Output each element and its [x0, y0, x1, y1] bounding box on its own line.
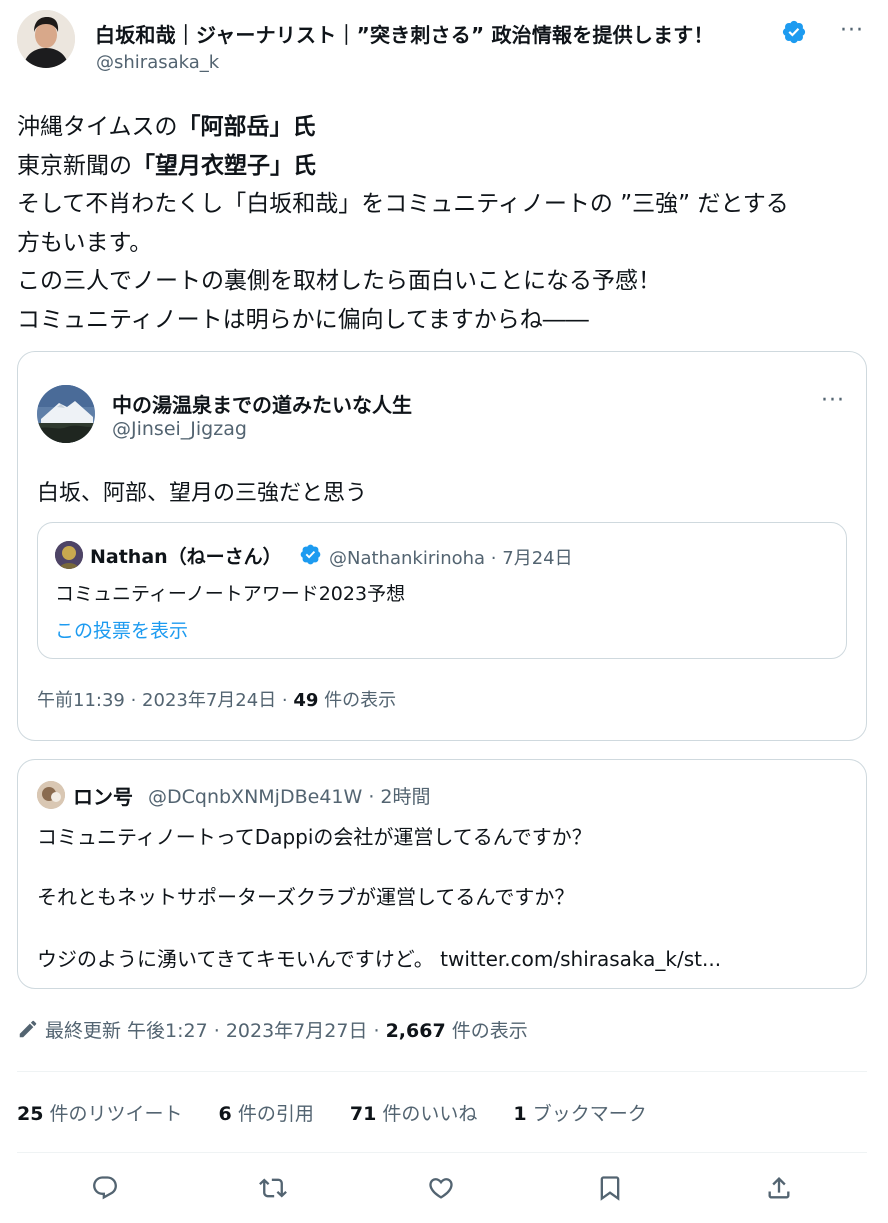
- pencil-icon: [19, 1020, 37, 1038]
- like-button[interactable]: [423, 1170, 459, 1206]
- more-icon[interactable]: ···: [840, 20, 864, 42]
- reply-text: コミュニティノートってDappiの会社が運営してるんですか？: [37, 825, 592, 849]
- share-button[interactable]: [761, 1170, 797, 1206]
- divider: [17, 1071, 867, 1072]
- tweet-line: そして不肖わたくし「白坂和哉」をコミュニティノートの ”三強” だとする: [17, 191, 789, 218]
- reply-text-part: ウジのように湧いてきてキモいんですけど。: [37, 947, 441, 971]
- author-name[interactable]: 白坂和哉｜ジャーナリスト｜”突き刺さる” 政治情報を提供します！: [95, 19, 714, 48]
- quotes-label: 件の引用: [231, 1103, 314, 1125]
- nested-text: コミュニティーノートアワード2023予想: [55, 583, 406, 605]
- author-avatar[interactable]: [17, 10, 75, 68]
- bookmarks-count: 1: [513, 1103, 527, 1125]
- retweets-stat[interactable]: 25 件のリツイート: [17, 1103, 183, 1125]
- retweet-button[interactable]: [255, 1170, 291, 1206]
- tweet-line: この三人でノートの裏側を取材したら面白いことになる予感！: [17, 268, 661, 295]
- likes-count: 71: [349, 1103, 377, 1125]
- quoted-text: 白坂、阿部、望月の三強だと思う: [37, 481, 368, 506]
- quoted-footer: 午前11:39 · 2023年7月24日 · 49 件の表示: [37, 686, 396, 712]
- tweet-line: 東京新聞の: [17, 152, 132, 179]
- nested-meta[interactable]: @Nathankirinoha · 7月24日: [329, 544, 573, 570]
- embedded-reply[interactable]: ロン号 @DCqnbXNMjDBe41W · 2時間 コミュニティノートってDa…: [17, 759, 867, 989]
- tweet-line: 方もいます。: [17, 229, 153, 256]
- bookmarks-stat[interactable]: 1 ブックマーク: [513, 1103, 646, 1125]
- quoted-timestamp[interactable]: 午前11:39 · 2023年7月24日 ·: [37, 690, 293, 711]
- reply-button[interactable]: [87, 1170, 123, 1206]
- quoted-handle[interactable]: @Jinsei_Jigzag: [112, 418, 247, 440]
- reply-name[interactable]: ロン号: [73, 781, 133, 810]
- nested-avatar[interactable]: [55, 541, 83, 569]
- bookmark-icon: [600, 1176, 620, 1201]
- quoted-views-label: 件の表示: [318, 690, 397, 711]
- tweet-line: 沖縄タイムスの: [17, 114, 178, 140]
- author-handle[interactable]: @shirasaka_k: [96, 52, 219, 73]
- views-count: 2,667: [385, 1020, 446, 1042]
- quotes-count: 6: [218, 1103, 232, 1125]
- retweets-label: 件のリツイート: [43, 1103, 183, 1125]
- verified-icon: [300, 544, 321, 565]
- divider: [17, 1152, 867, 1153]
- tweet-line: コミュニティノートは明らかに偏向してますからね――: [17, 306, 589, 333]
- tweet-bold: 「阿部岳」氏: [177, 114, 316, 140]
- quoted-views-count: 49: [293, 690, 319, 711]
- engagement-stats: 25 件のリツイート 6 件の引用 71 件のいいね 1 ブックマーク: [17, 1099, 677, 1126]
- bookmark-button[interactable]: [592, 1170, 628, 1206]
- like-icon: [429, 1178, 453, 1199]
- quotes-stat[interactable]: 6 件の引用: [219, 1103, 314, 1125]
- views-label: 件の表示: [445, 1020, 528, 1042]
- tweet-bold: 「望月衣塑子」氏: [132, 152, 316, 179]
- reply-avatar[interactable]: [37, 781, 65, 809]
- nested-name[interactable]: Nathan（ねーさん）: [90, 542, 282, 569]
- nested-quote[interactable]: Nathan（ねーさん） @Nathankirinoha · 7月24日 コミュ…: [37, 522, 847, 659]
- verified-icon: [782, 20, 806, 44]
- likes-stat[interactable]: 71 件のいいね: [350, 1103, 478, 1125]
- share-icon: [768, 1177, 790, 1199]
- reply-text: それともネットサポーターズクラブが運営してるんですか？: [37, 885, 575, 909]
- quoted-tweet[interactable]: 中の湯温泉までの道みたいな人生 @Jinsei_Jigzag ··· 白坂、阿部…: [17, 351, 867, 741]
- reply-icon: [93, 1176, 117, 1200]
- reply-text: ウジのように湧いてきてキモいんですけど。 twitter.com/shirasa…: [37, 943, 721, 972]
- more-icon[interactable]: ···: [821, 390, 845, 412]
- retweets-count: 25: [17, 1103, 44, 1125]
- edit-info: 最終更新 午後1:27 · 2023年7月27日 · 2,667 件の表示: [17, 1016, 528, 1043]
- quoted-avatar[interactable]: [37, 385, 95, 443]
- quoted-name[interactable]: 中の湯温泉までの道みたいな人生: [112, 389, 412, 418]
- reply-link[interactable]: twitter.com/shirasaka_k/st...: [440, 947, 721, 971]
- likes-label: 件のいいね: [376, 1103, 478, 1125]
- last-edited-label[interactable]: 最終更新 午後1:27 · 2023年7月27日 ·: [45, 1020, 386, 1042]
- show-poll-link[interactable]: この投票を表示: [55, 616, 188, 643]
- retweet-icon: [259, 1178, 287, 1198]
- tweet-text: 沖縄タイムスの「阿部岳」氏 東京新聞の「望月衣塑子」氏 そして不肖わたくし「白坂…: [17, 108, 877, 340]
- bookmarks-label: ブックマーク: [526, 1103, 647, 1125]
- reply-meta[interactable]: @DCqnbXNMjDBe41W · 2時間: [148, 782, 431, 809]
